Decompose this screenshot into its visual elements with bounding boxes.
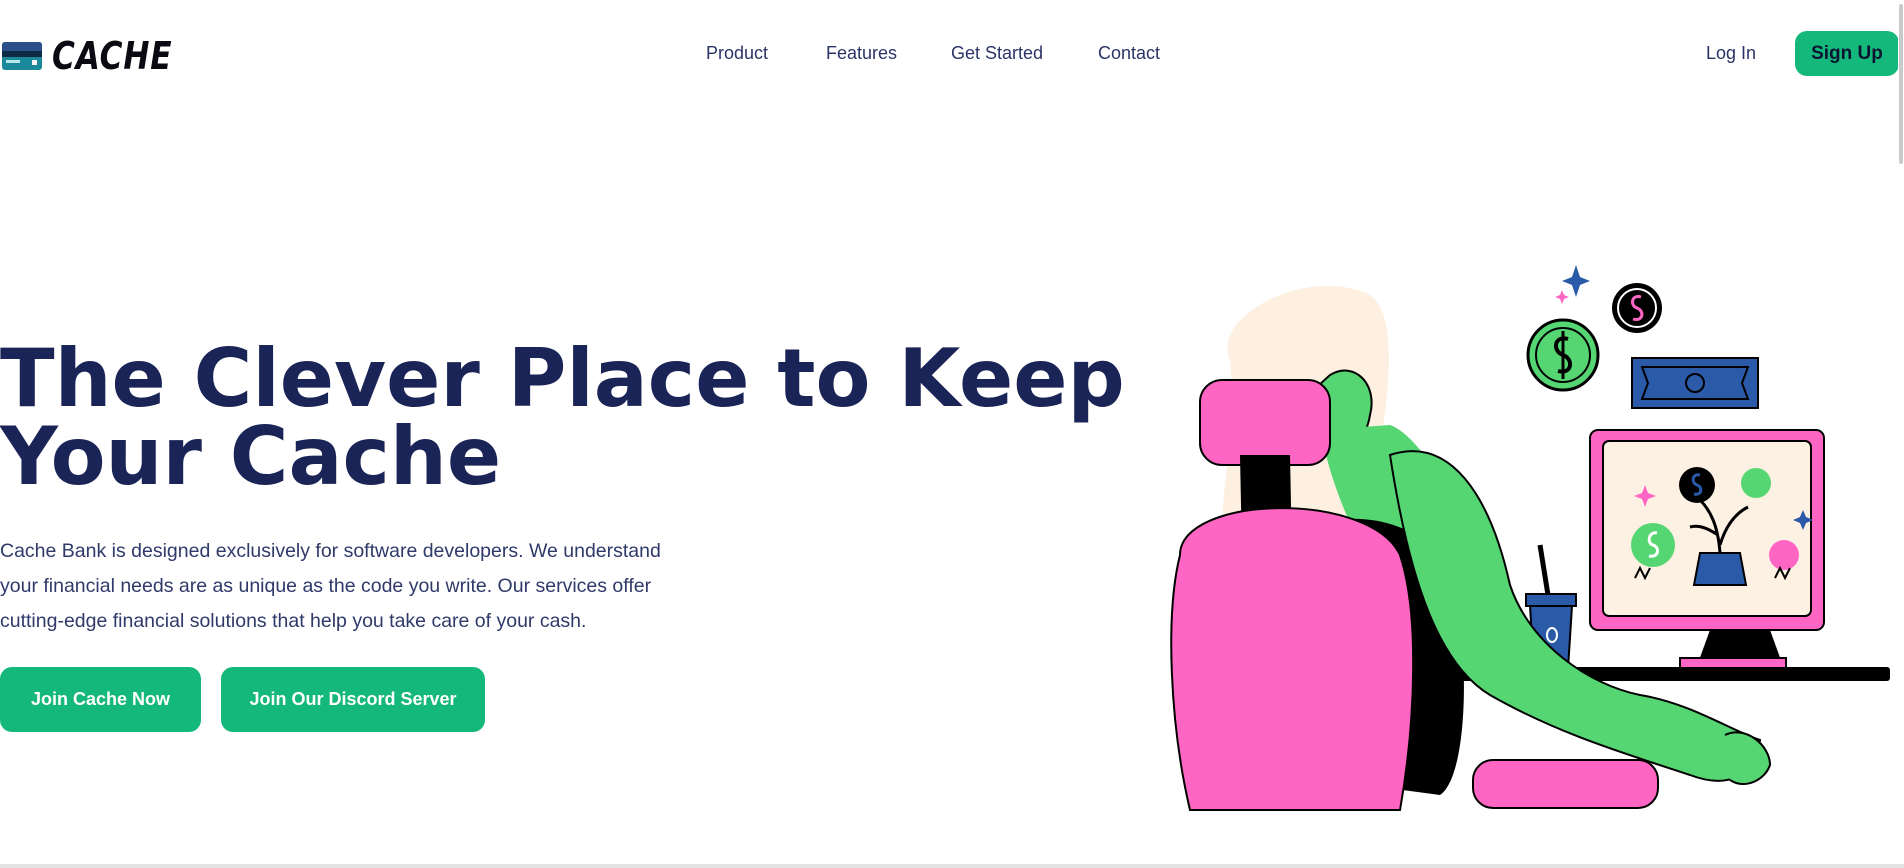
hero-illustration	[1170, 255, 1904, 815]
dollar-coin-icon	[1612, 283, 1662, 333]
hero-title-line-1: The Clever Place to Keep	[0, 332, 1125, 425]
hero-description: Cache Bank is designed exclusively for s…	[0, 540, 661, 632]
nav-link-get-started[interactable]: Get Started	[951, 43, 1043, 64]
nav-link-product[interactable]: Product	[706, 43, 768, 64]
scrollbar[interactable]	[1898, 0, 1904, 868]
signup-button[interactable]: Sign Up	[1795, 31, 1899, 76]
dollar-bill-icon	[1631, 357, 1759, 409]
nav-link-features[interactable]: Features	[826, 43, 897, 64]
scrollbar-thumb[interactable]	[1899, 4, 1903, 164]
join-cache-button[interactable]: Join Cache Now	[0, 667, 201, 732]
page-divider	[0, 864, 1904, 868]
site-header: CACHE Product Features Get Started Conta…	[0, 0, 1904, 110]
login-link[interactable]: Log In	[1706, 43, 1756, 64]
dollar-coin-icon	[1526, 318, 1600, 392]
join-discord-button[interactable]: Join Our Discord Server	[221, 667, 485, 732]
main-nav: Product Features Get Started Contact	[0, 43, 1904, 67]
nav-link-contact[interactable]: Contact	[1098, 43, 1160, 64]
hero-title: The Clever Place to Keep Your Cache	[0, 332, 1125, 503]
sparkle-icon	[1555, 265, 1590, 304]
monitor-icon	[1589, 429, 1825, 669]
hero-title-line-2: Your Cache	[0, 410, 502, 503]
